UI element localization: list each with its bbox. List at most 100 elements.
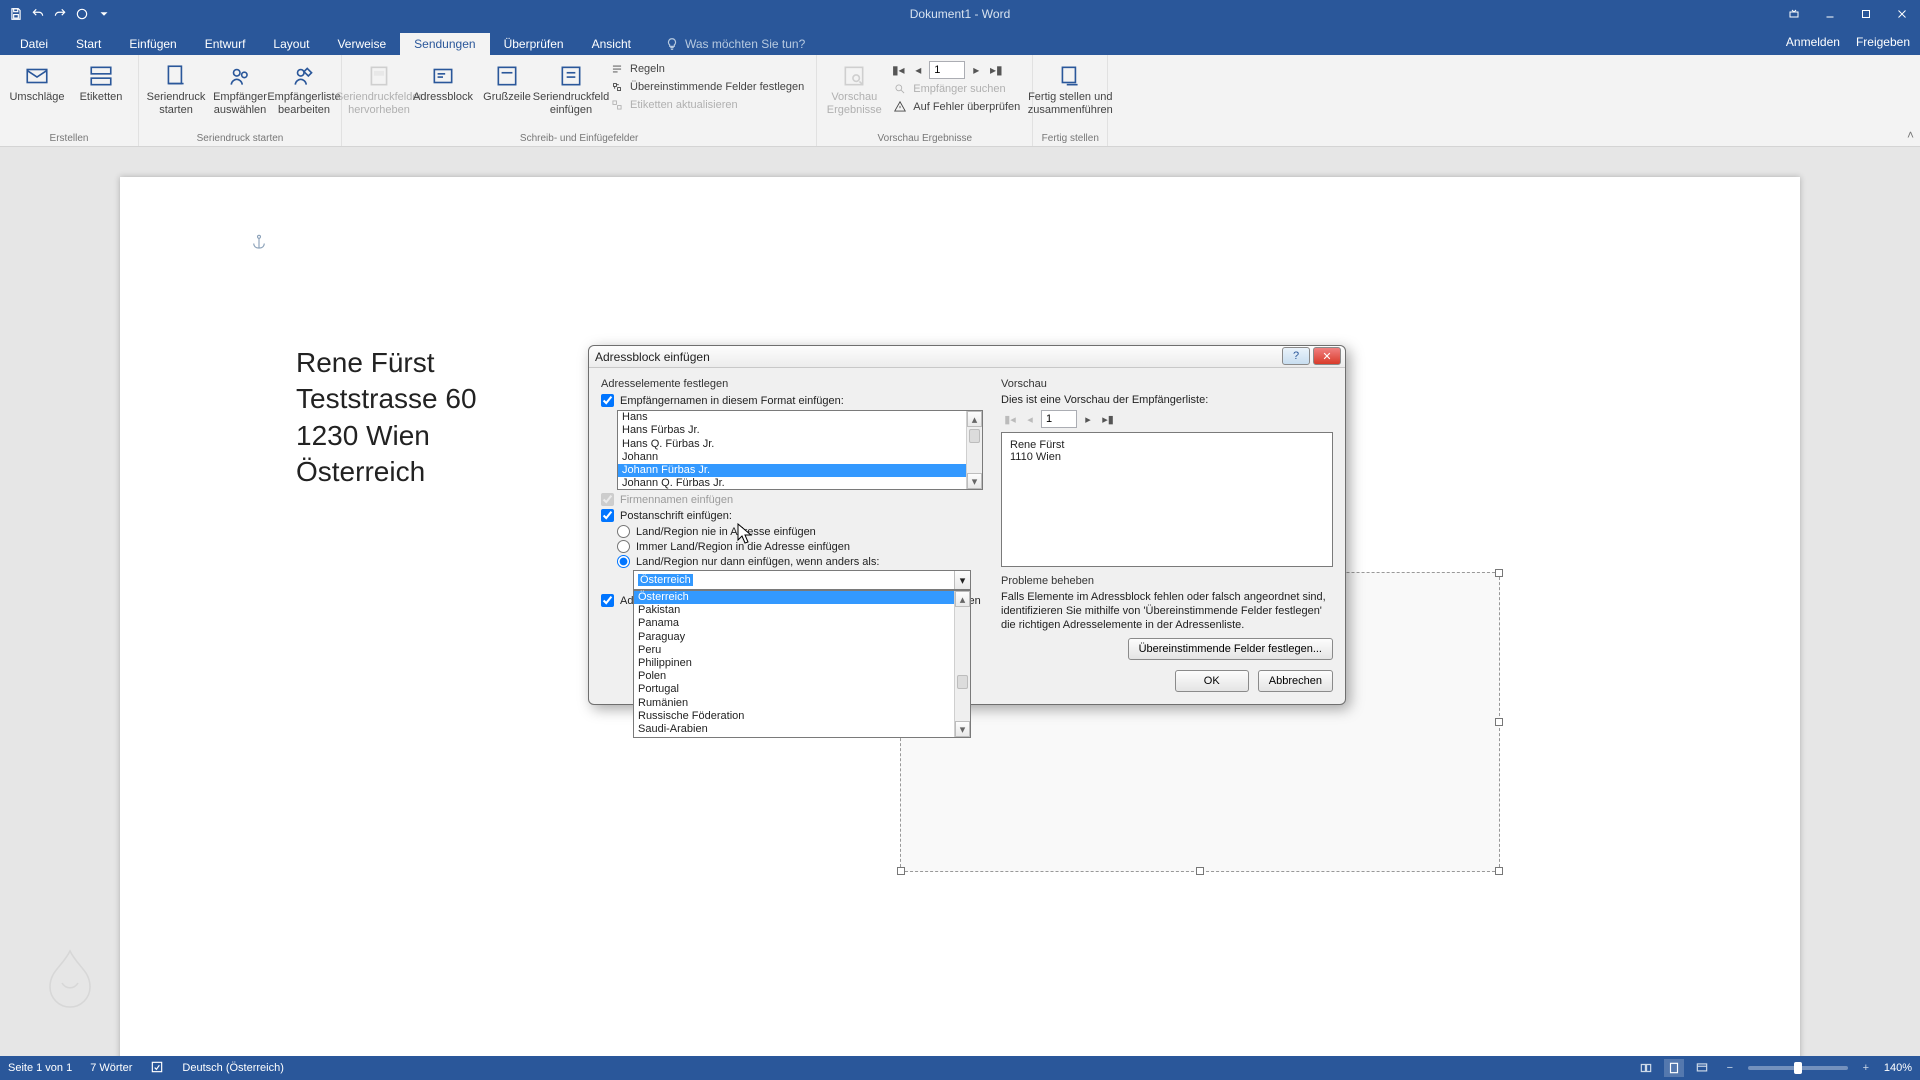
section-adresselemente: Adresselemente festlegen	[601, 378, 983, 390]
chk-empfangername[interactable]	[601, 394, 614, 407]
country-item[interactable]: Pakistan	[634, 604, 954, 617]
tab-uberprufen[interactable]: Überprüfen	[490, 33, 578, 55]
preview-record-input[interactable]	[1041, 410, 1077, 428]
country-item[interactable]: Saudi-Arabien	[634, 723, 954, 736]
combo-country[interactable]: Österreich ▾ ÖsterreichPakistanPanamaPar…	[633, 570, 971, 590]
btn-regeln[interactable]: Regeln	[606, 61, 808, 77]
country-item[interactable]: Rumänien	[634, 697, 954, 710]
btn-update-labels: Etiketten aktualisieren	[606, 97, 808, 113]
country-item[interactable]: Russische Föderation	[634, 710, 954, 723]
view-print-icon[interactable]	[1664, 1059, 1684, 1077]
btn-cancel[interactable]: Abbrechen	[1258, 670, 1333, 692]
maximize-icon[interactable]	[1848, 0, 1884, 28]
btn-grusszeile[interactable]: Grußzeile	[478, 59, 536, 104]
scroll-thumb[interactable]	[957, 675, 968, 689]
rad-always[interactable]	[617, 540, 630, 553]
first-record-icon[interactable]: ▮◂	[889, 61, 907, 79]
scroll-down-icon[interactable]: ▾	[967, 473, 982, 489]
tab-entwurf[interactable]: Entwurf	[191, 33, 260, 55]
dialog-close-icon[interactable]: ✕	[1313, 347, 1341, 365]
btn-adressblock[interactable]: Adressblock	[414, 59, 472, 104]
zoom-out-icon[interactable]: −	[1720, 1059, 1740, 1077]
scroll-up-icon[interactable]: ▴	[967, 411, 982, 427]
scroll-down-icon[interactable]: ▾	[955, 721, 970, 737]
tab-einfugen[interactable]: Einfügen	[115, 33, 190, 55]
prev-record-icon[interactable]: ◂	[909, 61, 927, 79]
share-link[interactable]: Freigeben	[1856, 35, 1910, 49]
btn-match-fields[interactable]: Übereinstimmende Felder festlegen...	[1128, 638, 1333, 660]
scroll-thumb[interactable]	[969, 429, 980, 443]
rad-never[interactable]	[617, 525, 630, 538]
zoom-in-icon[interactable]: +	[1856, 1059, 1876, 1077]
scroll-up-icon[interactable]: ▴	[955, 591, 970, 607]
btn-seriendruck-starten[interactable]: Seriendruck starten	[147, 59, 205, 116]
last-record-icon[interactable]: ▸▮	[1099, 410, 1117, 428]
close-icon[interactable]	[1884, 0, 1920, 28]
proofing-icon[interactable]	[150, 1060, 164, 1077]
dialog-help-icon[interactable]: ?	[1282, 347, 1310, 365]
chevron-down-icon[interactable]: ▾	[954, 571, 970, 589]
undo-icon[interactable]	[28, 4, 48, 24]
btn-seriendruckfeld-einfugen[interactable]: Seriendruckfeld einfügen	[542, 59, 600, 116]
listbox-name-format[interactable]: HansHans Fürbas Jr.Hans Q. Fürbas Jr.Joh…	[617, 410, 983, 490]
country-item[interactable]: Österreich	[634, 591, 954, 604]
zoom-value[interactable]: 140%	[1884, 1062, 1912, 1074]
name-format-item[interactable]: Johann	[618, 451, 966, 464]
signin-link[interactable]: Anmelden	[1786, 35, 1840, 49]
collapse-ribbon-icon[interactable]: ˄	[1907, 128, 1914, 142]
country-item[interactable]: Panama	[634, 617, 954, 630]
addressblock-icon	[428, 61, 458, 91]
btn-empfangerliste-bearbeiten[interactable]: Empfängerliste bearbeiten	[275, 59, 333, 116]
btn-fertig-stellen[interactable]: Fertig stellen und zusammenführen	[1041, 59, 1099, 116]
tell-me-search[interactable]: Was möchten Sie tun?	[665, 33, 805, 55]
dropdown-scrollbar[interactable]: ▴ ▾	[954, 591, 970, 737]
chk-format-region[interactable]	[601, 594, 614, 607]
name-format-item[interactable]: Johann Fürbas Jr.	[618, 464, 966, 477]
tab-layout[interactable]: Layout	[259, 33, 323, 55]
chk-postanschrift[interactable]	[601, 509, 614, 522]
country-item[interactable]: Peru	[634, 644, 954, 657]
combo-country-dropdown[interactable]: ÖsterreichPakistanPanamaParaguayPeruPhil…	[633, 590, 971, 738]
name-format-item[interactable]: Hans	[618, 411, 966, 424]
tab-verweise[interactable]: Verweise	[323, 33, 400, 55]
rules-icon	[610, 62, 624, 76]
save-icon[interactable]	[6, 4, 26, 24]
btn-ok[interactable]: OK	[1175, 670, 1249, 692]
view-read-icon[interactable]	[1636, 1059, 1656, 1077]
name-format-item[interactable]: Hans Q. Fürbas Jr.	[618, 438, 966, 451]
minimize-icon[interactable]	[1812, 0, 1848, 28]
country-item[interactable]: Polen	[634, 670, 954, 683]
btn-empfanger-auswahlen[interactable]: Empfänger auswählen	[211, 59, 269, 116]
btn-check-errors[interactable]: Auf Fehler überprüfen	[889, 99, 1024, 115]
tab-sendungen[interactable]: Sendungen	[400, 33, 489, 55]
name-format-item[interactable]: Johann Q. Fürbas Jr.	[618, 477, 966, 489]
redo-icon[interactable]	[50, 4, 70, 24]
name-format-item[interactable]: Hans Fürbas Jr.	[618, 424, 966, 437]
status-language[interactable]: Deutsch (Österreich)	[182, 1062, 283, 1074]
update-labels-icon	[610, 98, 624, 112]
view-web-icon[interactable]	[1692, 1059, 1712, 1077]
qat-more-icon[interactable]	[94, 4, 114, 24]
rad-other[interactable]	[617, 555, 630, 568]
last-record-icon[interactable]: ▸▮	[987, 61, 1005, 79]
status-words[interactable]: 7 Wörter	[90, 1062, 132, 1074]
scrollbar[interactable]: ▴ ▾	[966, 411, 982, 489]
touch-mode-icon[interactable]	[72, 4, 92, 24]
tab-start[interactable]: Start	[62, 33, 115, 55]
dialog-titlebar[interactable]: Adressblock einfügen ? ✕	[589, 346, 1345, 368]
country-item[interactable]: Philippinen	[634, 657, 954, 670]
btn-etiketten[interactable]: Etiketten	[72, 59, 130, 104]
btn-match-fields[interactable]: Übereinstimmende Felder festlegen	[606, 79, 808, 95]
country-item[interactable]: Paraguay	[634, 631, 954, 644]
btn-umschlage[interactable]: Umschläge	[8, 59, 66, 104]
status-page[interactable]: Seite 1 von 1	[8, 1062, 72, 1074]
zoom-slider[interactable]	[1748, 1066, 1848, 1070]
tab-datei[interactable]: Datei	[6, 33, 62, 55]
record-input[interactable]	[929, 61, 965, 79]
country-item[interactable]: Portugal	[634, 683, 954, 696]
ribbon-options-icon[interactable]	[1776, 0, 1812, 28]
labels-icon	[86, 61, 116, 91]
tab-ansicht[interactable]: Ansicht	[578, 33, 645, 55]
next-record-icon[interactable]: ▸	[967, 61, 985, 79]
next-record-icon[interactable]: ▸	[1079, 410, 1097, 428]
